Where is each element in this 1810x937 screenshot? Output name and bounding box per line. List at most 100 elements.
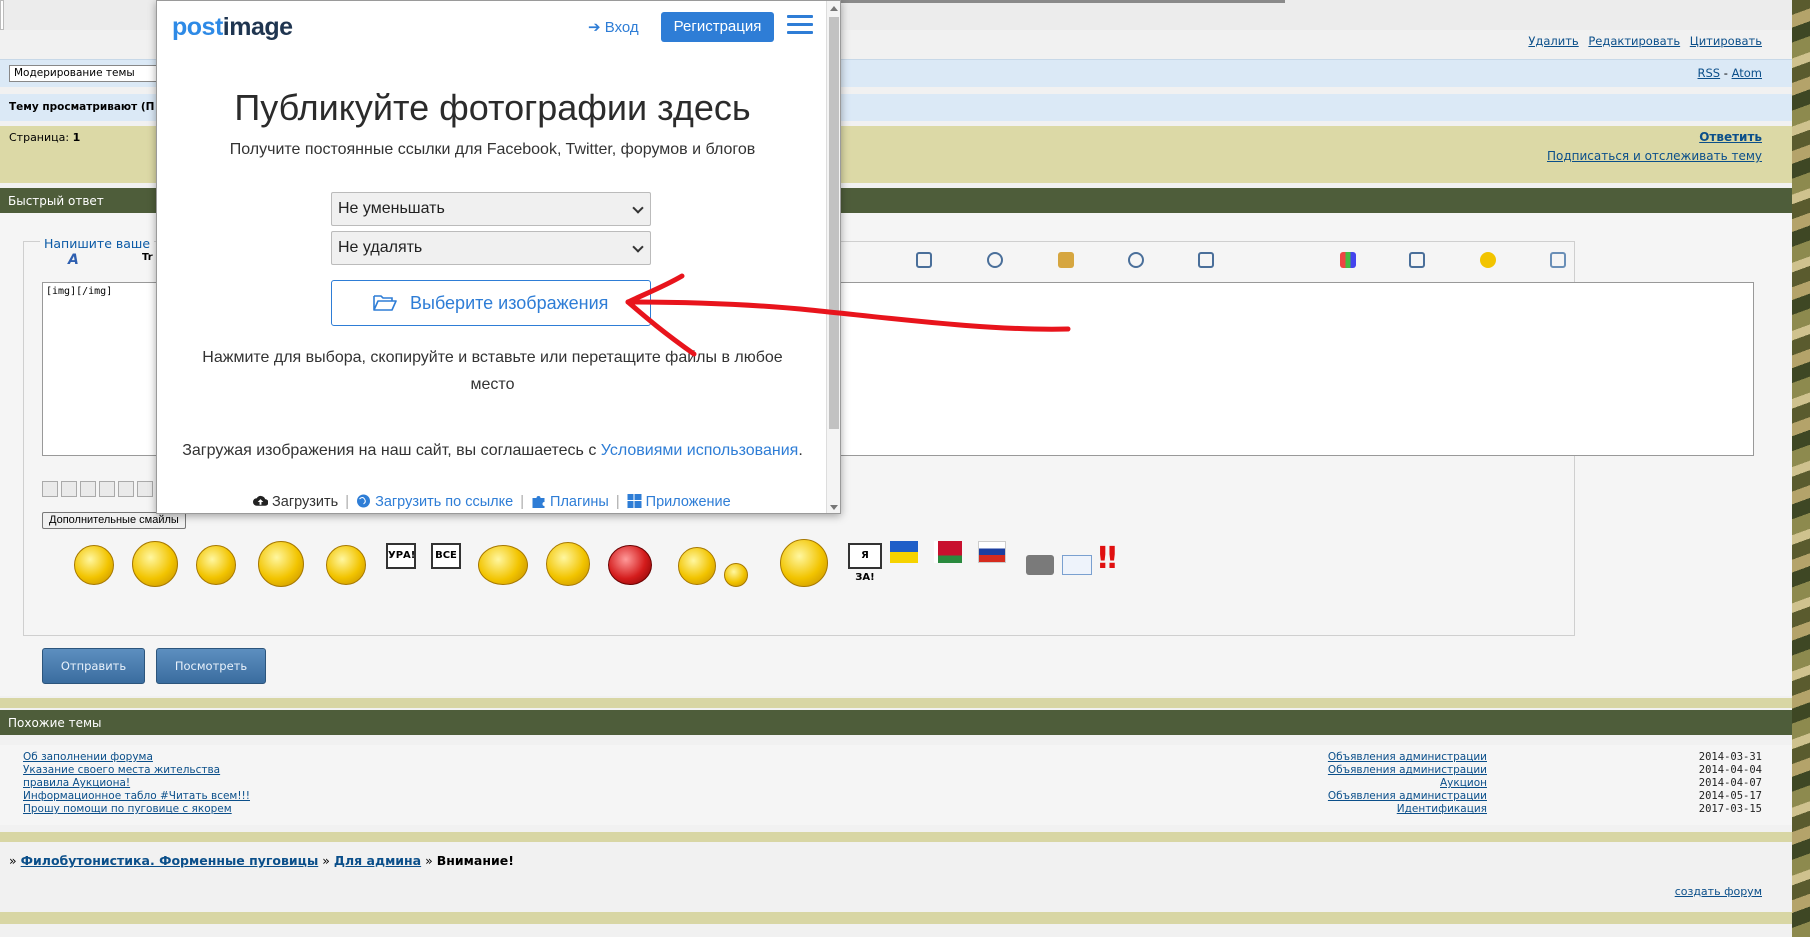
- flag-russia-smiley[interactable]: [978, 541, 1006, 563]
- expiry-select[interactable]: Не удалять: [331, 231, 651, 265]
- topic-forum-link[interactable]: Идентификация: [1397, 803, 1487, 815]
- sign-vse[interactable]: ВСЕ: [431, 543, 461, 569]
- reply-link[interactable]: Ответить: [1699, 130, 1762, 144]
- pages-label: Страница:: [9, 131, 70, 144]
- topic-link[interactable]: Прошу помощи по пуговице с якорем: [23, 803, 232, 815]
- sign-ya-za[interactable]: Я ЗА!: [848, 543, 882, 583]
- create-forum-link[interactable]: создать форум: [1675, 885, 1762, 898]
- upload-link[interactable]: Загрузить: [272, 494, 338, 510]
- viewers-label: Тему просматривают (П: [9, 101, 155, 113]
- quote-link[interactable]: Цитировать: [1690, 34, 1762, 48]
- topic-date: 2014-04-07: [1698, 777, 1762, 789]
- smiley-sad[interactable]: [678, 547, 716, 585]
- smiley-scared[interactable]: [326, 545, 366, 585]
- sign-in-icon: ➔: [588, 19, 601, 36]
- smiley-thumb[interactable]: [80, 481, 96, 497]
- topic-link[interactable]: Информационное табло #Читать всем!!!: [23, 790, 250, 802]
- send-button[interactable]: Отправить: [42, 648, 145, 684]
- smiley-lol[interactable]: [478, 545, 528, 585]
- smiley-angry[interactable]: [608, 545, 652, 585]
- smiley-flowers[interactable]: [258, 541, 304, 587]
- topic-forum-link[interactable]: Объявления администрации: [1328, 751, 1487, 763]
- double-exclamation-icon[interactable]: ‼: [1098, 541, 1117, 576]
- smiley-thumb[interactable]: [118, 481, 134, 497]
- popup-scroll-thumb[interactable]: [829, 17, 839, 429]
- sign-ura[interactable]: УРА!: [386, 543, 416, 569]
- popup-subline: Получите постоянные ссылки для Facebook,…: [229, 141, 756, 158]
- puzzle-icon: [532, 496, 545, 508]
- folder-open-icon: [373, 295, 397, 311]
- topic-link[interactable]: Указание своего места жительства: [23, 764, 220, 776]
- flag-ukraine-smiley[interactable]: [890, 541, 918, 563]
- breadcrumb-current: Внимание!: [436, 853, 514, 868]
- font-style-icon[interactable]: A: [68, 252, 84, 268]
- smiley-surprised[interactable]: [196, 545, 236, 585]
- keyboard-icon[interactable]: [1550, 252, 1566, 268]
- delete-link[interactable]: Удалить: [1528, 34, 1578, 48]
- chevron-down-icon: [632, 241, 644, 253]
- subscribe-link[interactable]: Подписаться и отслеживать тему: [1547, 149, 1762, 163]
- smiley-facepalm[interactable]: [546, 542, 590, 586]
- rss-link[interactable]: RSS: [1698, 66, 1721, 80]
- scroll-up-icon[interactable]: [830, 6, 838, 11]
- terms-suffix: .: [798, 442, 803, 459]
- breadcrumb-separator: »: [9, 853, 17, 868]
- breadcrumb-section-link[interactable]: Для админа: [334, 853, 421, 868]
- choose-images-label: Выберите изображения: [410, 293, 609, 313]
- smiley-thumb[interactable]: [42, 481, 58, 497]
- large-smileys: УРА! ВСЕ Я ЗА! ‼: [48, 539, 1198, 591]
- footer: создать форум: [0, 880, 1792, 910]
- register-button[interactable]: Регистрация: [661, 12, 774, 42]
- smiley-icon[interactable]: [1480, 252, 1496, 268]
- play-icon[interactable]: [987, 252, 1003, 268]
- lock-icon[interactable]: [1058, 252, 1074, 268]
- login-link[interactable]: ➔ Вход: [588, 18, 639, 36]
- topic-link[interactable]: правила Аукциона!: [23, 777, 130, 789]
- terms-link[interactable]: Условиями использования: [601, 442, 799, 459]
- globe-icon: [357, 494, 371, 508]
- smiley-thumb[interactable]: [137, 481, 153, 497]
- breadcrumb-separator: »: [322, 853, 330, 868]
- hamburger-menu-icon[interactable]: [787, 15, 813, 37]
- moderation-select[interactable]: Модерирование темы: [9, 65, 159, 82]
- topic-forum-link[interactable]: Объявления администрации: [1328, 790, 1487, 802]
- camera-icon[interactable]: [1026, 555, 1054, 575]
- logo-part-image: image: [222, 13, 293, 41]
- speech-bubble-icon[interactable]: [1128, 252, 1144, 268]
- smiley-hi[interactable]: [724, 563, 748, 587]
- divider-strip: [0, 832, 1792, 842]
- logo-part-post: post: [172, 13, 223, 41]
- flag-belarus-smiley[interactable]: [934, 541, 962, 563]
- media-icon[interactable]: [916, 252, 932, 268]
- smiley-thumb[interactable]: [99, 481, 115, 497]
- table-icon[interactable]: [1409, 252, 1425, 268]
- topic-date: 2014-04-04: [1698, 764, 1762, 776]
- envelope-icon[interactable]: [1062, 555, 1092, 575]
- breadcrumb-forum-link[interactable]: Филобутонистика. Форменные пуговицы: [21, 853, 319, 868]
- app-link[interactable]: Приложение: [646, 494, 731, 510]
- edit-link[interactable]: Редактировать: [1588, 34, 1680, 48]
- smiley-thumbs-up[interactable]: [132, 541, 178, 587]
- chevron-down-icon: [632, 202, 644, 214]
- more-smileys-button[interactable]: Дополнительные смайлы: [42, 512, 186, 529]
- popup-scrollbar[interactable]: [826, 1, 840, 513]
- postimage-logo[interactable]: postimage: [172, 13, 293, 42]
- postimage-popup: postimage ➔ Вход Регистрация Публикуйте …: [156, 0, 841, 514]
- choose-images-button[interactable]: Выберите изображения: [331, 280, 651, 326]
- smiley-laugh[interactable]: [74, 545, 114, 585]
- topic-forum-link[interactable]: Объявления администрации: [1328, 764, 1487, 776]
- topic-forum-link[interactable]: Аукцион: [1440, 777, 1487, 789]
- resize-select[interactable]: Не уменьшать: [331, 192, 651, 226]
- preview-button[interactable]: Посмотреть: [156, 648, 266, 684]
- color-grid-icon[interactable]: [1340, 252, 1356, 268]
- atom-link[interactable]: Atom: [1732, 66, 1762, 80]
- upload-by-link-link[interactable]: Загрузить по ссылке: [375, 494, 513, 510]
- top-left-frame: [0, 0, 4, 30]
- smiley-reader[interactable]: [780, 539, 828, 587]
- smiley-thumb[interactable]: [61, 481, 77, 497]
- scroll-down-icon[interactable]: [830, 505, 838, 510]
- code-icon[interactable]: [1198, 252, 1214, 268]
- top-scroll-thumb[interactable]: [840, 0, 1285, 3]
- topic-link[interactable]: Об заполнении форума: [23, 751, 153, 763]
- plugins-link[interactable]: Плагины: [550, 494, 609, 510]
